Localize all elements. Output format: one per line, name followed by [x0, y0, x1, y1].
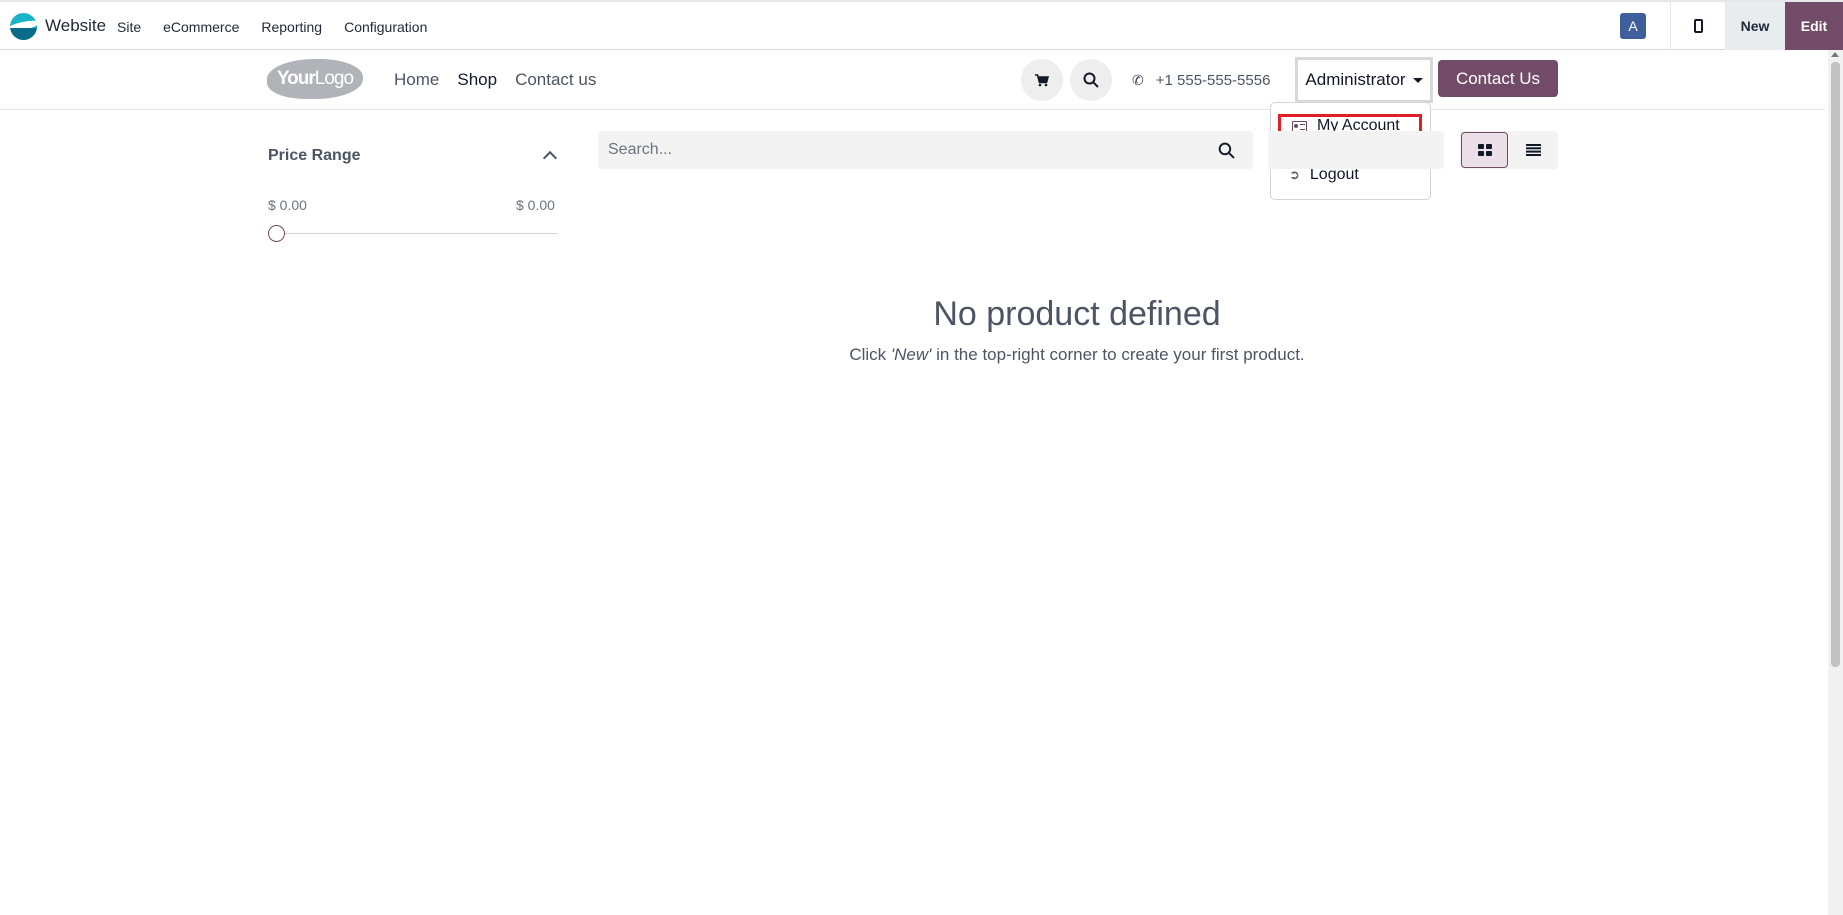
website-app-brand[interactable]: Website	[10, 12, 106, 40]
user-menu-label: Administrator	[1305, 70, 1406, 89]
user-menu-toggle[interactable]: Administrator	[1295, 57, 1433, 103]
logo-text: Logo	[314, 68, 354, 89]
sort-dropdown[interactable]	[1268, 131, 1444, 169]
price-range-title: Price Range	[268, 147, 361, 164]
product-search-bar	[598, 131, 1253, 169]
price-min: $ 0.00	[268, 197, 307, 213]
list-view-button[interactable]	[1508, 132, 1558, 168]
sign-out-icon: ➲	[1289, 167, 1300, 182]
site-logo[interactable]: Your Logo	[267, 59, 363, 99]
mobile-icon	[1693, 19, 1703, 33]
cart-button[interactable]	[1021, 59, 1063, 101]
scrollbar-thumb[interactable]	[1831, 62, 1840, 667]
page-scrollbar[interactable]	[1828, 50, 1843, 915]
nav-contact-us[interactable]: Contact us	[515, 70, 596, 90]
grid-view-button[interactable]	[1461, 132, 1508, 168]
id-card-icon	[1292, 120, 1307, 132]
mobile-preview-button[interactable]	[1671, 2, 1725, 50]
empty-state-text: Click 'New' in the top-right corner to c…	[598, 345, 1556, 365]
scroll-up-arrow-icon[interactable]	[1831, 52, 1839, 57]
empty-text-emphasis: 'New'	[890, 345, 932, 364]
site-header: Your Logo Home Shop Contact us ✆ +1 555-5…	[0, 50, 1825, 110]
menu-site[interactable]: Site	[117, 19, 141, 35]
phone-number: +1 555-555-5556	[1155, 71, 1271, 89]
search-icon[interactable]	[1218, 142, 1235, 159]
nav-shop[interactable]: Shop	[457, 70, 497, 90]
empty-text-after: in the top-right corner to create your f…	[931, 345, 1305, 364]
empty-state-title: No product defined	[933, 295, 1221, 333]
price-slider-track	[276, 233, 558, 234]
price-slider-handle[interactable]	[268, 225, 285, 242]
logo-text-bold: Your	[276, 68, 316, 89]
phone-icon: ✆	[1132, 71, 1144, 88]
price-max: $ 0.00	[516, 197, 555, 213]
menu-configuration[interactable]: Configuration	[344, 19, 427, 35]
phone-contact[interactable]: ✆ +1 555-555-5556	[1132, 50, 1270, 110]
chevron-up-icon[interactable]	[542, 150, 558, 166]
menu-ecommerce[interactable]: eCommerce	[163, 19, 239, 35]
edit-button[interactable]: Edit	[1785, 2, 1843, 50]
app-title: Website	[45, 16, 107, 35]
empty-text-before: Click	[849, 345, 891, 364]
header-search-button[interactable]	[1070, 59, 1112, 101]
admin-bar: Website Site eCommerce Reporting Configu…	[0, 0, 1843, 50]
admin-actions: A New Edit	[1620, 2, 1843, 50]
new-button[interactable]: New	[1725, 2, 1785, 50]
menu-reporting[interactable]: Reporting	[261, 19, 322, 35]
product-search-input[interactable]	[608, 131, 1188, 169]
search-icon	[1083, 72, 1099, 88]
grid-icon	[1477, 144, 1492, 156]
list-icon	[1525, 144, 1541, 156]
user-avatar[interactable]: A	[1620, 13, 1646, 39]
admin-menu: Site eCommerce Reporting Configuration	[117, 2, 449, 52]
caret-down-icon	[1412, 77, 1423, 83]
site-nav: Home Shop Contact us	[394, 50, 614, 110]
cart-icon	[1035, 73, 1049, 86]
nav-home[interactable]: Home	[394, 70, 439, 90]
contact-us-button[interactable]: Contact Us	[1438, 60, 1558, 97]
website-app-icon	[10, 12, 37, 40]
